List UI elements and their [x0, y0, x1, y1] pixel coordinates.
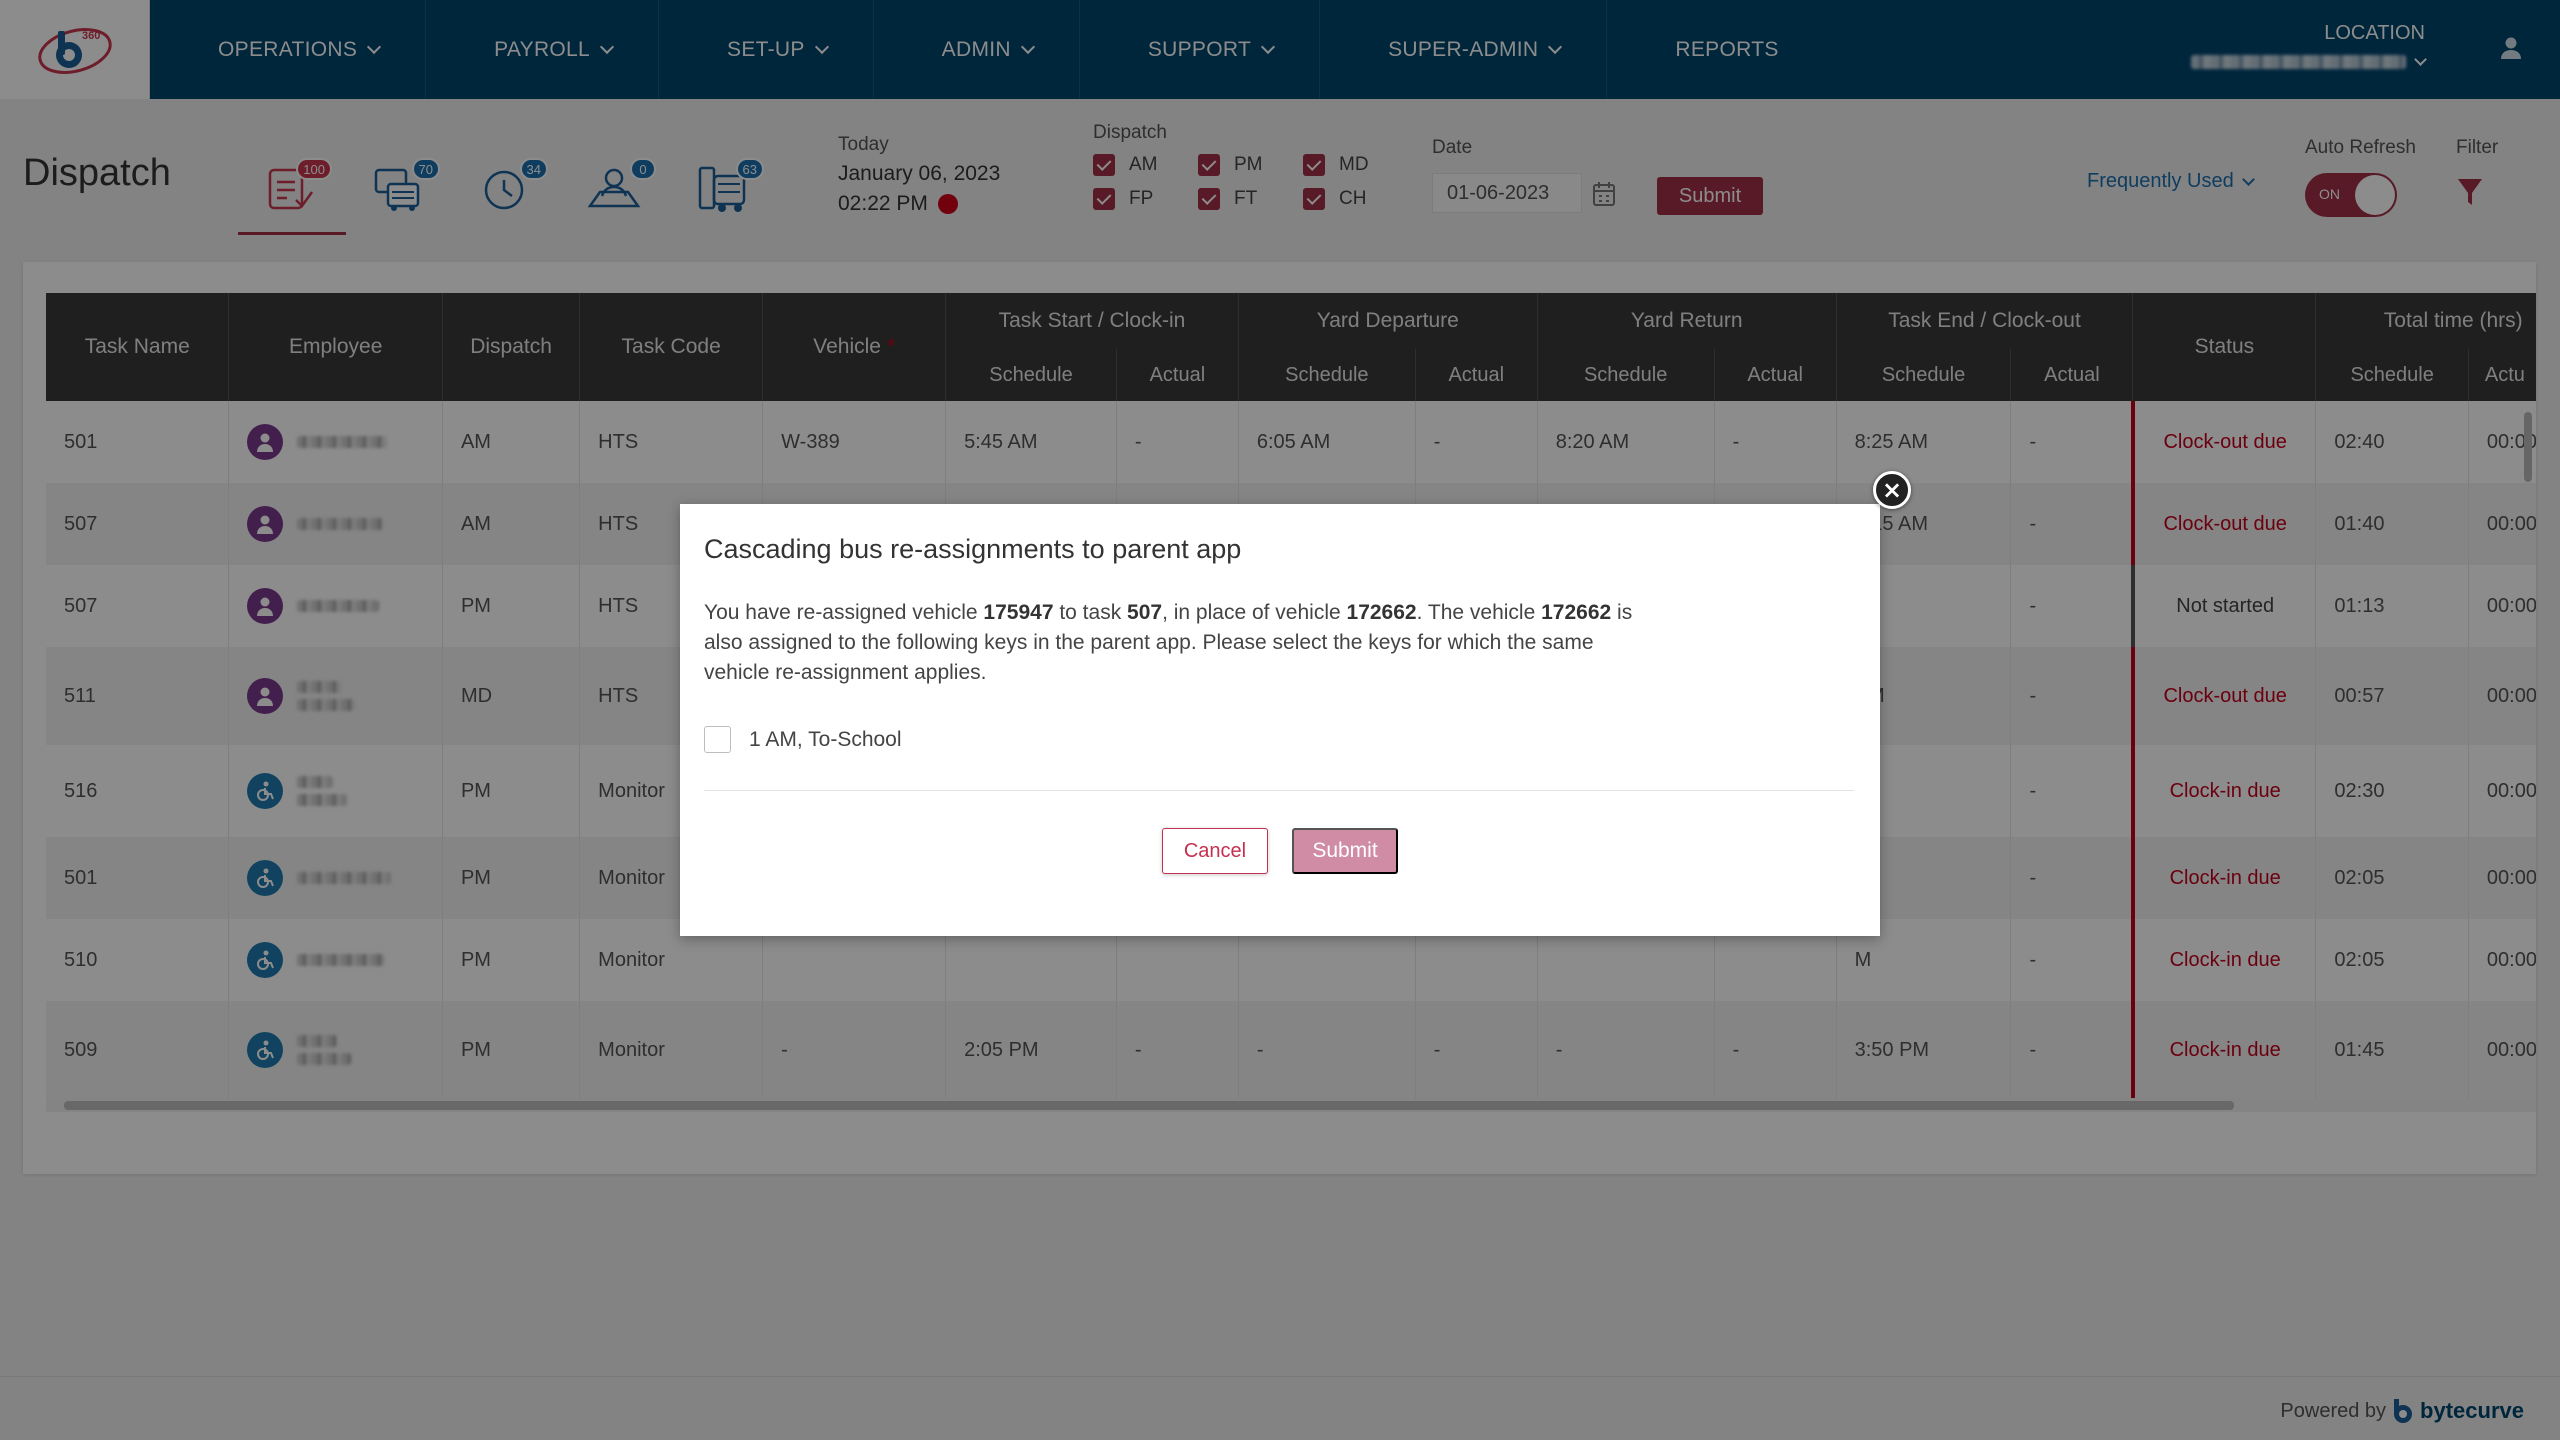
- key-option-label: 1 AM, To-School: [749, 727, 902, 751]
- close-icon[interactable]: ×: [1873, 471, 1911, 509]
- cascade-reassign-modal: Cascading bus re-assignments to parent a…: [680, 504, 1880, 936]
- new-vehicle: 175947: [983, 601, 1054, 624]
- modal-title: Cascading bus re-assignments to parent a…: [704, 534, 1242, 564]
- modal-submit-button[interactable]: Submit: [1292, 828, 1398, 874]
- modal-message: You have re-assigned vehicle 175947 to t…: [704, 601, 1633, 684]
- old-vehicle: 172662: [1346, 601, 1417, 624]
- cancel-button[interactable]: Cancel: [1162, 828, 1268, 874]
- modal-divider: [704, 790, 1854, 791]
- old-vehicle: 172662: [1541, 601, 1612, 624]
- task-number: 507: [1127, 601, 1163, 624]
- key-option[interactable]: 1 AM, To-School: [704, 726, 902, 753]
- key-checkbox[interactable]: [704, 726, 731, 753]
